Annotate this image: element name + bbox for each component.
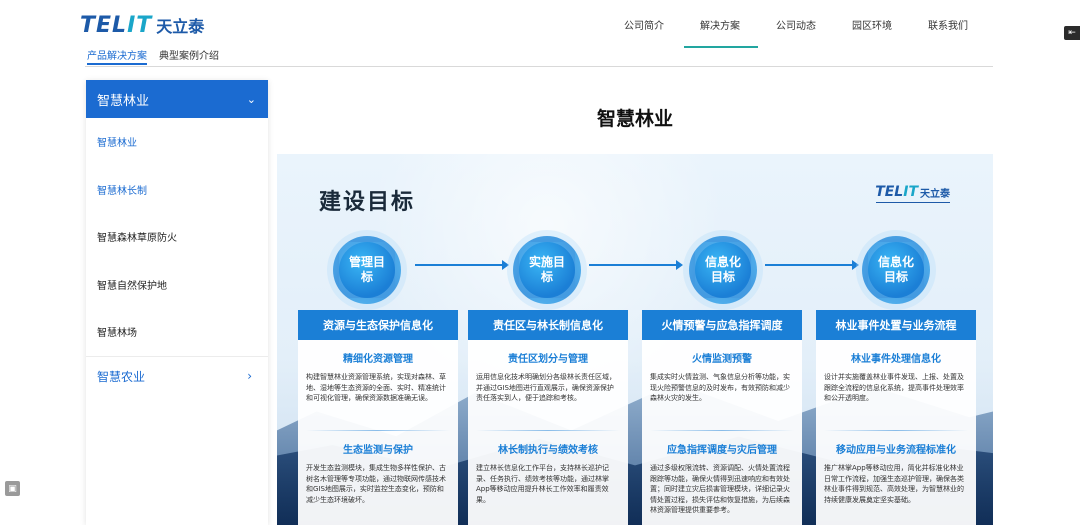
goal-card: 火情预警与应急指挥调度 火情监测预警 集成实时火情监测、气象信息分析等功能，实现… (642, 310, 802, 525)
arrow-icon (765, 260, 859, 270)
arrow-icon (589, 260, 683, 270)
card-text: 通过多级权限流转、资源调配、火情处置流程跟踪等功能，确保火情得到迅速响应和有效处… (650, 464, 790, 514)
card-heading: 林长制执行与绩效考核 (498, 445, 598, 456)
sidebar-section-agriculture-label: 智慧农业 (97, 369, 146, 384)
card-heading: 应急指挥调度与灾后管理 (667, 445, 777, 456)
goal-circle-management: 管理目标 (333, 236, 401, 304)
goal-circle-informatization: 信息化目标 (689, 236, 757, 304)
sidebar: 智慧林业 ⌄ 智慧林业 智慧林长制 智慧森林草原防火 智慧自然保护地 智慧林场 … (86, 80, 268, 525)
card-heading: 火情监测预警 (692, 354, 752, 365)
tab-case-studies[interactable]: 典型案例介绍 (159, 47, 219, 65)
banner-logo: TELIT 天立泰 (875, 184, 950, 200)
nav-item-solutions[interactable]: 解决方案 (682, 0, 758, 48)
float-tool-icon[interactable]: ▣ (5, 481, 20, 496)
sidebar-item-forest-farm[interactable]: 智慧林场 (86, 308, 268, 356)
card-text: 建立林长信息化工作平台，支持林长巡护记录、任务执行、绩效考核等功能，通过林掌Ap… (476, 464, 609, 504)
card-text: 设计并实施覆盖林业事件发现、上报、处置及跟踪全流程的信息化系统，提高事件处理效率… (824, 373, 964, 402)
main-nav: 公司简介 解决方案 公司动态 园区环境 联系我们 (606, 0, 986, 48)
goal-circle-informatization-2: 信息化目标 (862, 236, 930, 304)
goal-card: 资源与生态保护信息化 精细化资源管理 构建智慧林业资源管理系统，实现对森林、草地… (298, 310, 458, 525)
banner-title: 建设目标 (319, 190, 416, 215)
page: TELIT 天立泰 公司简介 解决方案 公司动态 园区环境 联系我们 产品解决方… (0, 0, 1080, 525)
arrow-icon (415, 260, 509, 270)
collapse-icon[interactable]: ⇤ (1064, 26, 1080, 40)
card-caption: 责任区与林长制信息化 (468, 310, 628, 340)
sidebar-list: 智慧林业 智慧林长制 智慧森林草原防火 智慧自然保护地 智慧林场 (86, 118, 268, 356)
card-text: 推广林掌App等移动应用，简化并标准化林业日常工作流程，加强生态巡护管理，确保各… (824, 464, 964, 504)
page-title: 智慧林业 (596, 108, 673, 130)
card-heading: 精细化资源管理 (343, 354, 413, 365)
nav-item-news[interactable]: 公司动态 (758, 0, 834, 48)
nav-item-about[interactable]: 公司简介 (606, 0, 682, 48)
card-caption: 林业事件处置与业务流程 (816, 310, 976, 340)
sidebar-section-header[interactable]: 智慧林业 ⌄ (86, 80, 268, 118)
card-caption: 资源与生态保护信息化 (298, 310, 458, 340)
company-logo[interactable]: TELIT 天立泰 (80, 12, 204, 38)
chevron-down-icon: ⌄ (246, 92, 256, 106)
card-heading: 生态监测与保护 (343, 445, 413, 456)
chevron-right-icon: › (247, 369, 252, 383)
tab-product-solutions[interactable]: 产品解决方案 (87, 47, 147, 65)
sidebar-item-nature-reserve[interactable]: 智慧自然保护地 (86, 261, 268, 309)
sidebar-item-forest-chief[interactable]: 智慧林长制 (86, 166, 268, 214)
goal-circle-implementation: 实施目标 (513, 236, 581, 304)
card-heading: 移动应用与业务流程标准化 (836, 445, 956, 456)
card-heading: 责任区划分与管理 (508, 354, 588, 365)
sidebar-section-title: 智慧林业 (97, 93, 150, 109)
sub-tabs: 产品解决方案 典型案例介绍 (87, 47, 219, 65)
goals-banner: 建设目标 TELIT 天立泰 管理目标 实施目标 信息化目标 信息化目标 资源与… (277, 154, 993, 525)
card-caption: 火情预警与应急指挥调度 (642, 310, 802, 340)
card-text: 开发生态监测模块，集成生物多样性保护、古树名木管理等专项功能，通过物联网传感技术… (306, 464, 446, 504)
divider (85, 66, 993, 67)
sidebar-item-smart-forestry[interactable]: 智慧林业 (86, 118, 268, 166)
card-heading: 林业事件处理信息化 (851, 354, 941, 365)
goal-card: 林业事件处置与业务流程 林业事件处理信息化 设计并实施覆盖林业事件发现、上报、处… (816, 310, 976, 525)
card-text: 运用信息化技术明确划分各级林长责任区域，并通过GIS地图进行直观展示，确保资源保… (476, 373, 616, 402)
goal-card: 责任区与林长制信息化 责任区划分与管理 运用信息化技术明确划分各级林长责任区域，… (468, 310, 628, 525)
nav-item-park[interactable]: 园区环境 (834, 0, 910, 48)
nav-item-contact[interactable]: 联系我们 (910, 0, 986, 48)
card-text: 构建智慧林业资源管理系统，实现对森林、草地、湿地等生态资源的全面、实时、精准统计… (306, 373, 446, 402)
sidebar-item-fire-prevention[interactable]: 智慧森林草原防火 (86, 213, 268, 261)
sidebar-section-agriculture[interactable]: 智慧农业 › (86, 355, 268, 396)
card-text: 集成实时火情监测、气象信息分析等功能，实现火险预警信息的及时发布，有效预防和减少… (650, 373, 790, 402)
